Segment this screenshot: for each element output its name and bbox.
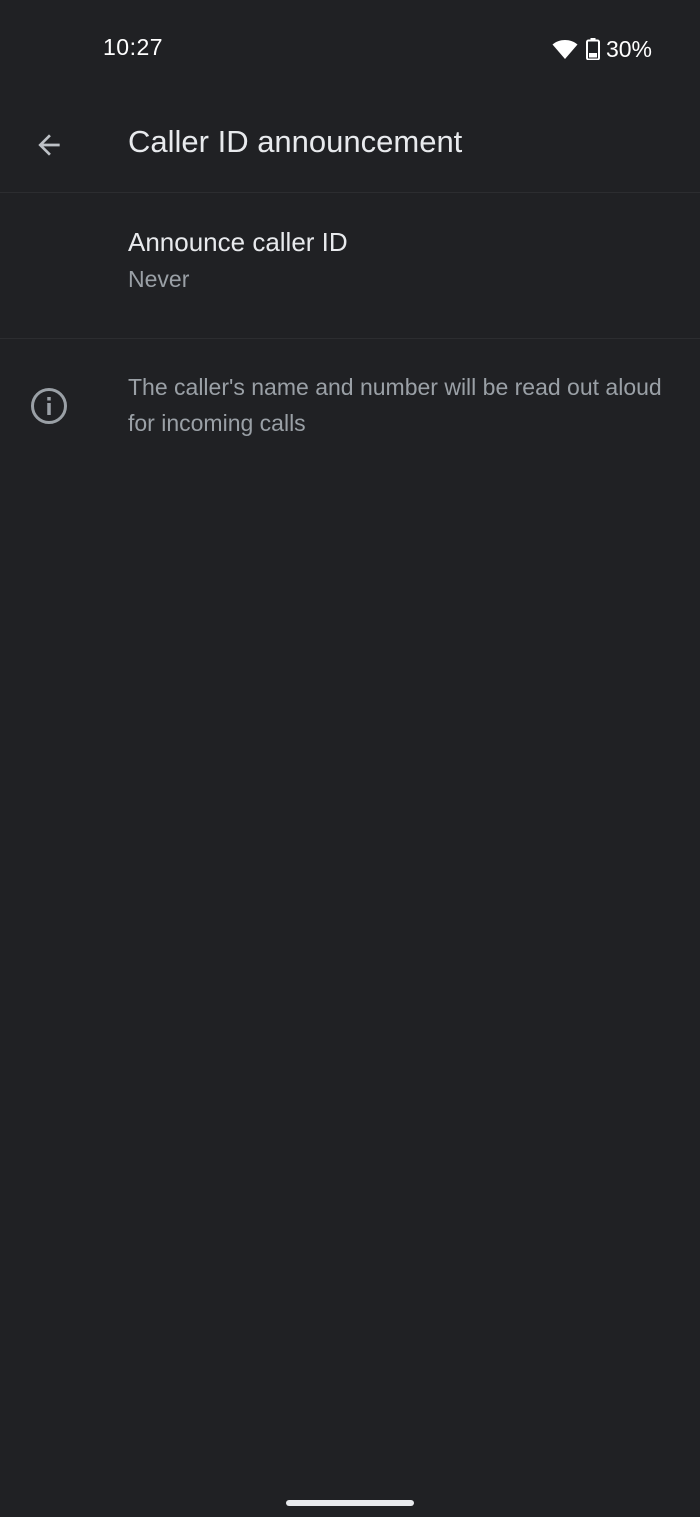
setting-title: Announce caller ID — [128, 227, 348, 257]
wifi-icon — [552, 40, 578, 59]
arrow-back-icon — [38, 134, 60, 156]
setting-summary: Never — [128, 266, 190, 292]
status-bar: 10:27 30% — [0, 0, 700, 96]
info-text: The caller's name and number will be rea… — [128, 374, 662, 436]
page-title: Caller ID announcement — [128, 124, 463, 159]
info-icon — [31, 388, 67, 424]
battery-icon — [585, 38, 600, 60]
announce-caller-id-setting[interactable]: Announce caller ID Never — [0, 193, 700, 339]
info-row: The caller's name and number will be rea… — [0, 339, 700, 459]
app-bar: Caller ID announcement — [0, 96, 700, 193]
status-icons: 30% — [552, 34, 652, 64]
back-button[interactable] — [22, 118, 76, 172]
status-time: 10:27 — [103, 34, 164, 60]
gesture-nav-handle[interactable] — [286, 1500, 414, 1506]
battery-percent: 30% — [605, 35, 652, 62]
